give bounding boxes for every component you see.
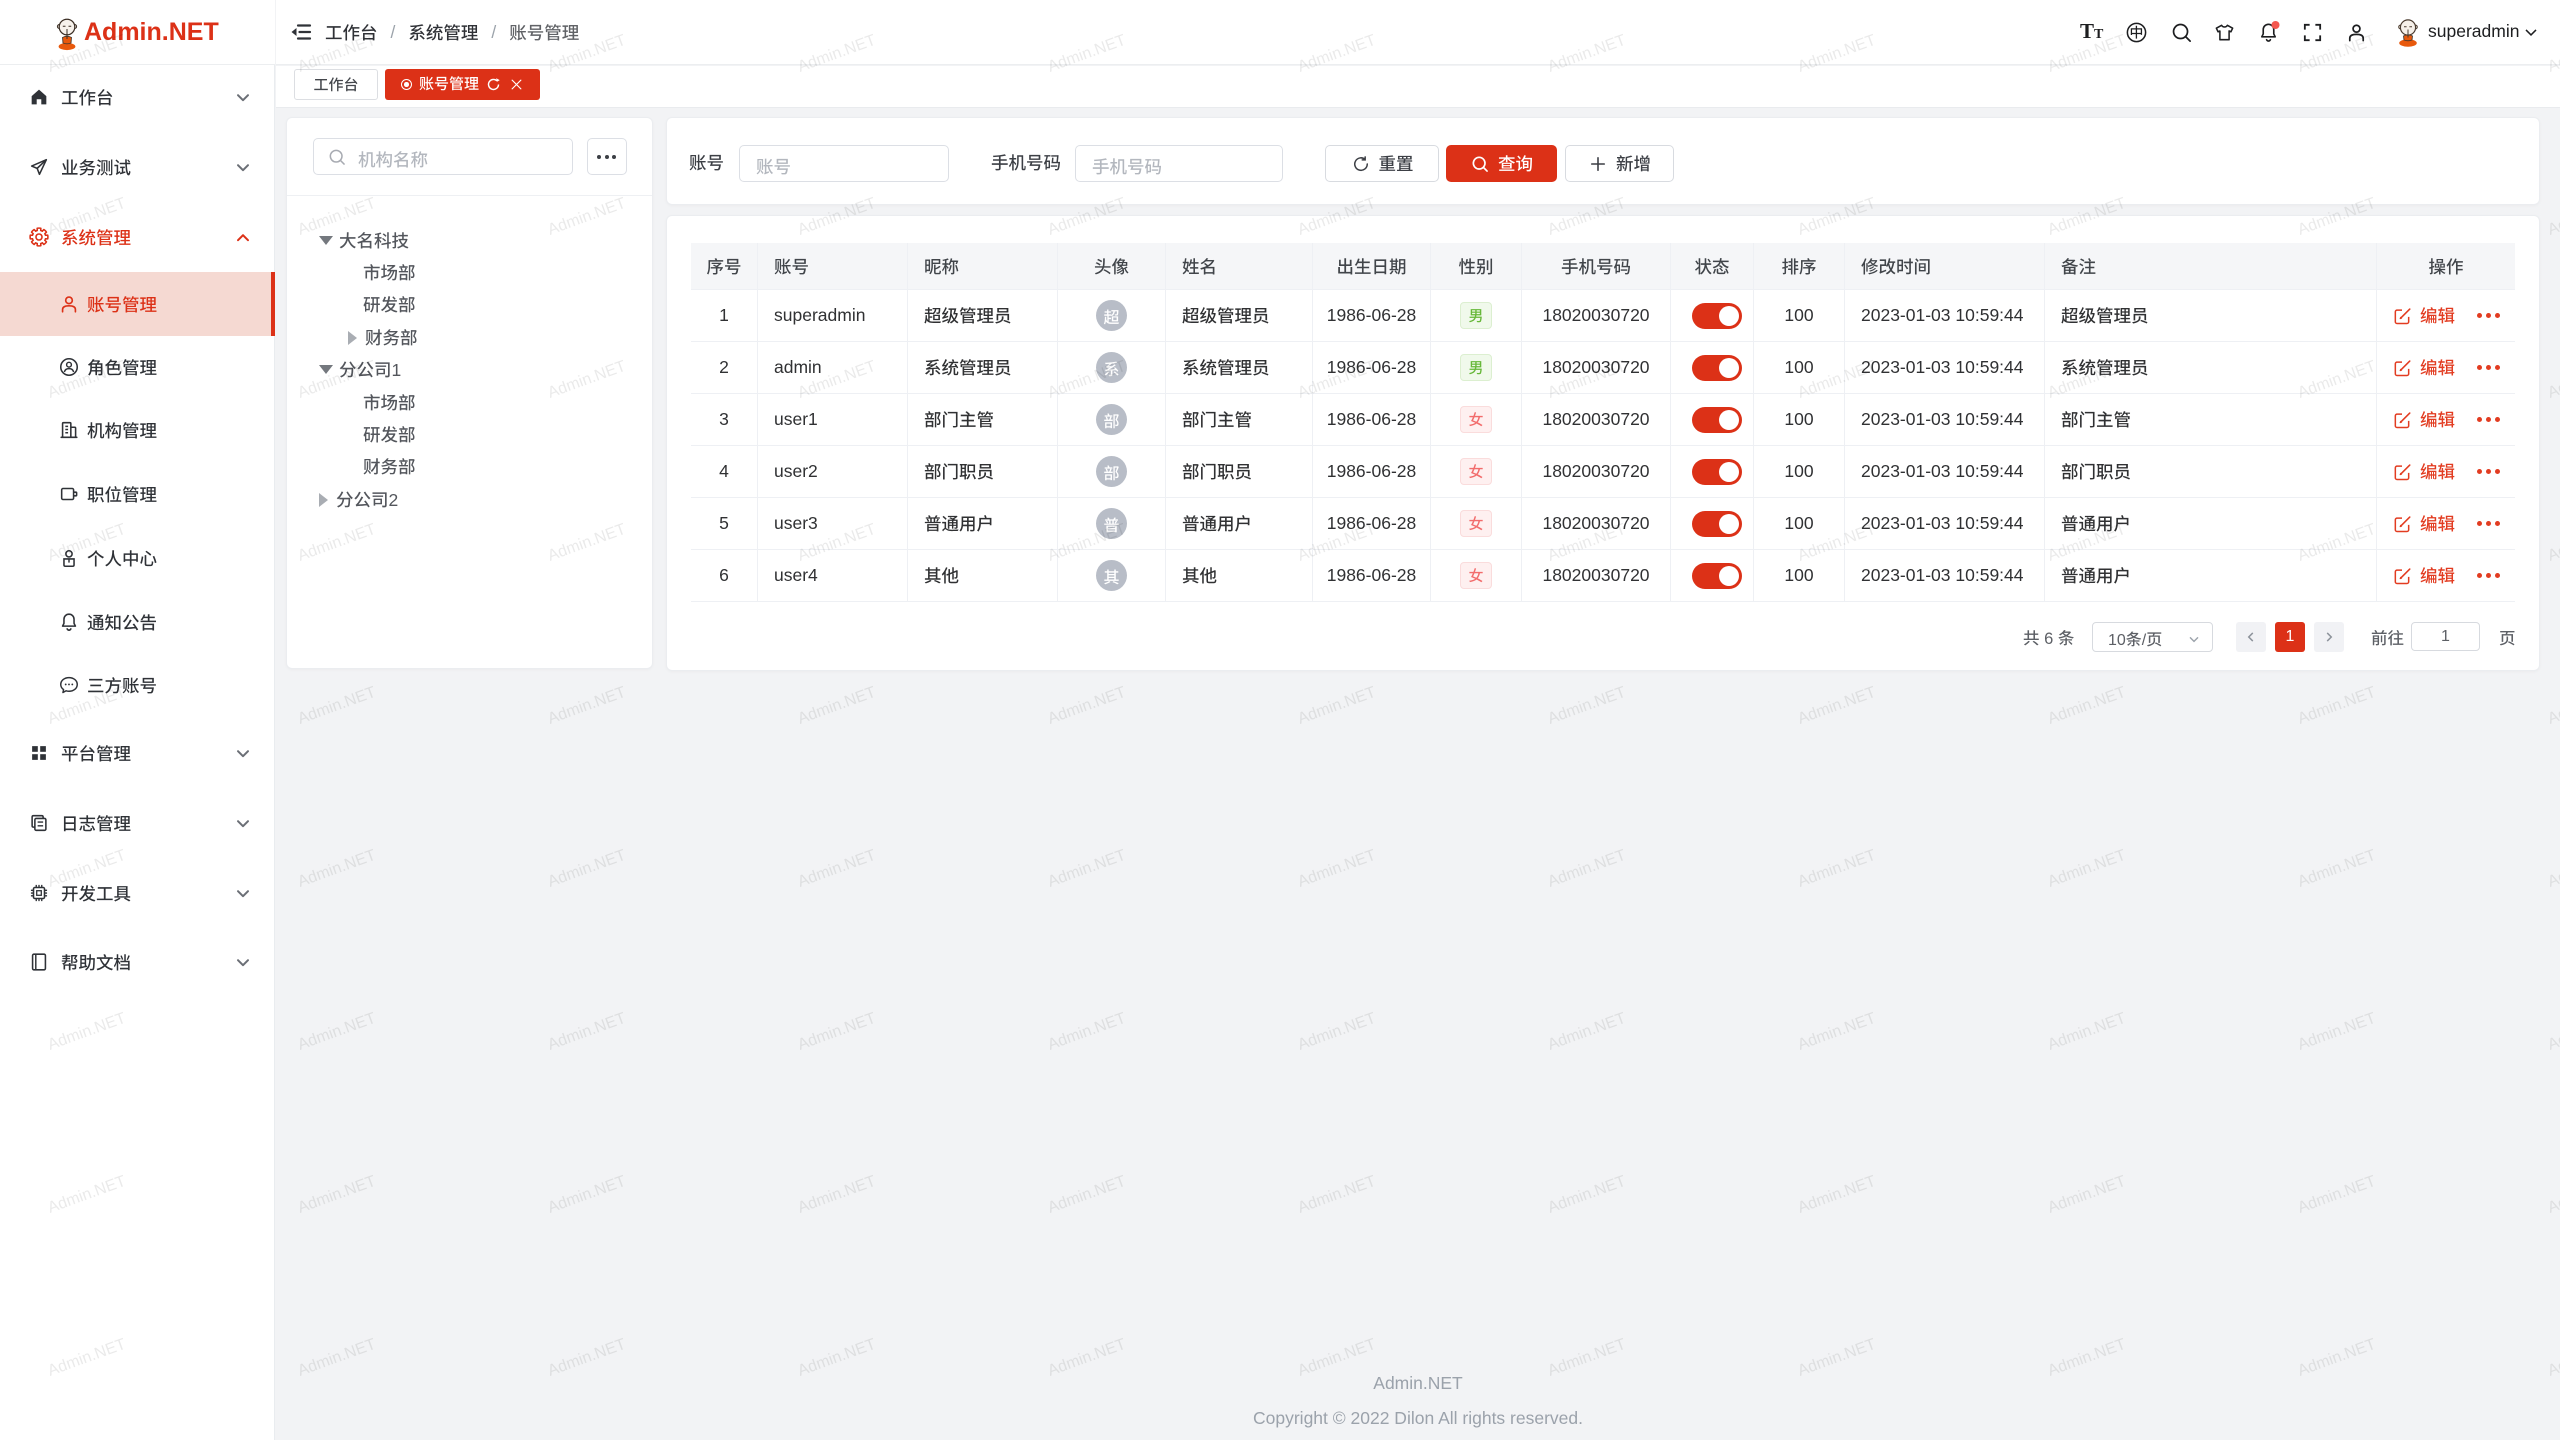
svg-text:中: 中: [2130, 22, 2144, 42]
